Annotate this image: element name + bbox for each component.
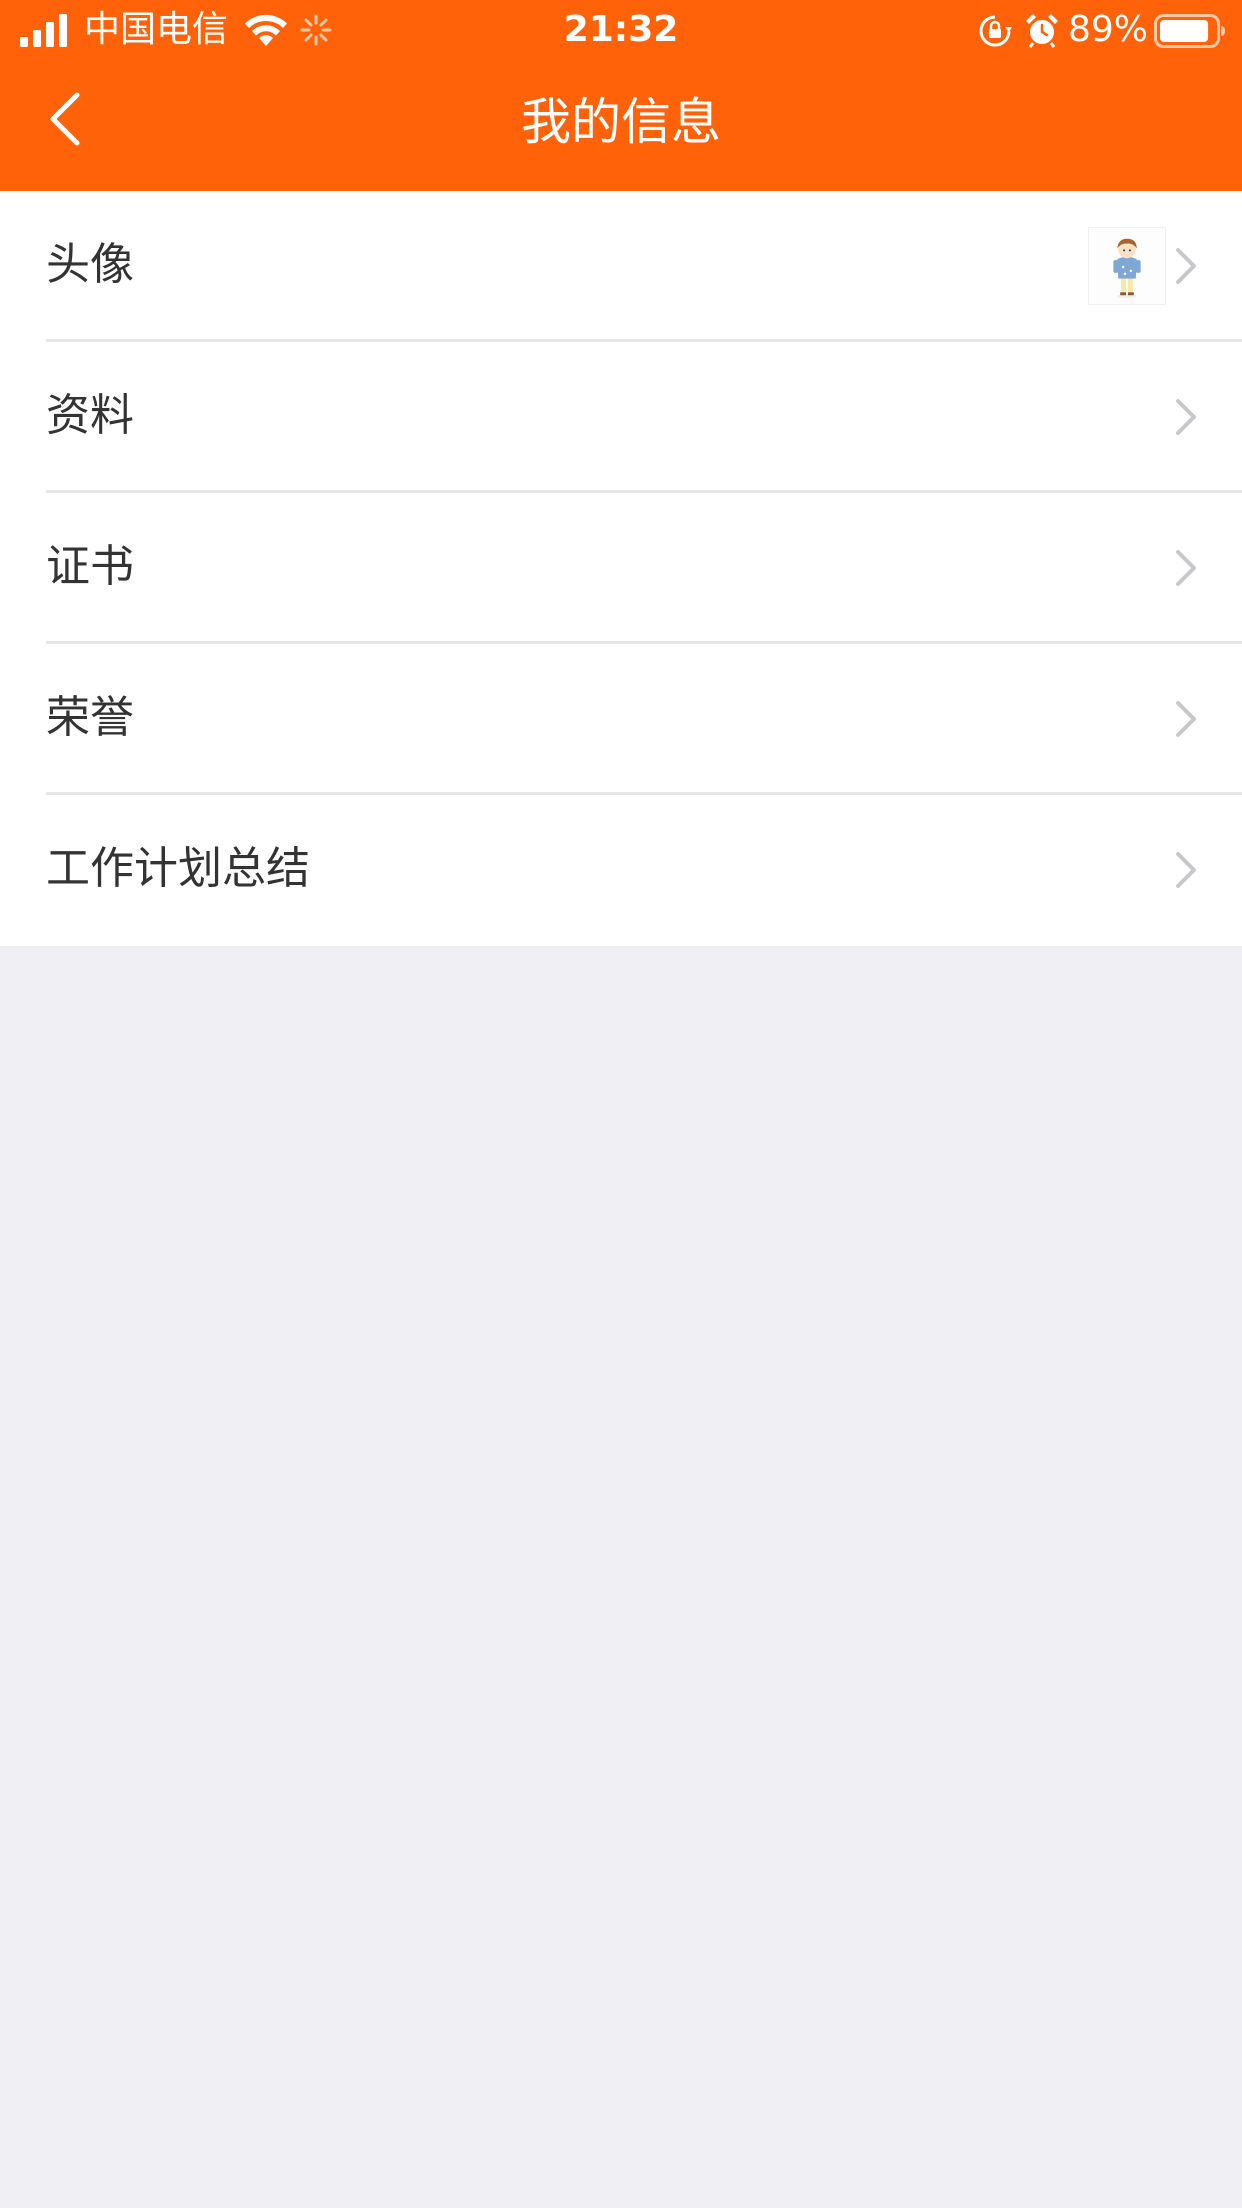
alarm-icon — [1026, 14, 1058, 48]
chevron-right-icon — [1176, 852, 1196, 888]
avatar — [1088, 227, 1166, 305]
menu-item-work-plan-summary[interactable]: 工作计划总结 — [0, 795, 1242, 946]
menu-item-label: 工作计划总结 — [46, 843, 310, 894]
menu-item-honors[interactable]: 荣誉 — [0, 644, 1242, 795]
chevron-right-icon — [1176, 701, 1196, 737]
menu-item-label: 头像 — [46, 239, 134, 290]
chevron-right-icon — [1176, 550, 1196, 586]
menu-item-label: 资料 — [46, 390, 134, 441]
screen: 中国电信 21:32 89% 我的信息 头像 资料 证书 荣誉 工作计划总结 — [0, 0, 1242, 2208]
chevron-right-icon — [1176, 248, 1196, 284]
menu-item-profile[interactable]: 资料 — [0, 342, 1242, 493]
status-bar: 中国电信 21:32 89% — [0, 0, 1242, 60]
menu-item-label: 证书 — [46, 541, 134, 592]
rotation-lock-icon — [979, 15, 1012, 47]
header: 中国电信 21:32 89% 我的信息 — [0, 0, 1242, 191]
menu-item-label: 荣誉 — [46, 692, 134, 743]
battery-icon — [1154, 14, 1225, 48]
battery-percentage: 89% — [1068, 9, 1149, 50]
page-title: 我的信息 — [521, 93, 721, 151]
info-menu-list: 头像 资料 证书 荣誉 工作计划总结 — [0, 191, 1242, 946]
menu-item-certificates[interactable]: 证书 — [0, 493, 1242, 644]
chevron-right-icon — [1176, 399, 1196, 435]
navigation-bar: 我的信息 — [0, 60, 1242, 191]
menu-item-avatar[interactable]: 头像 — [0, 191, 1242, 342]
